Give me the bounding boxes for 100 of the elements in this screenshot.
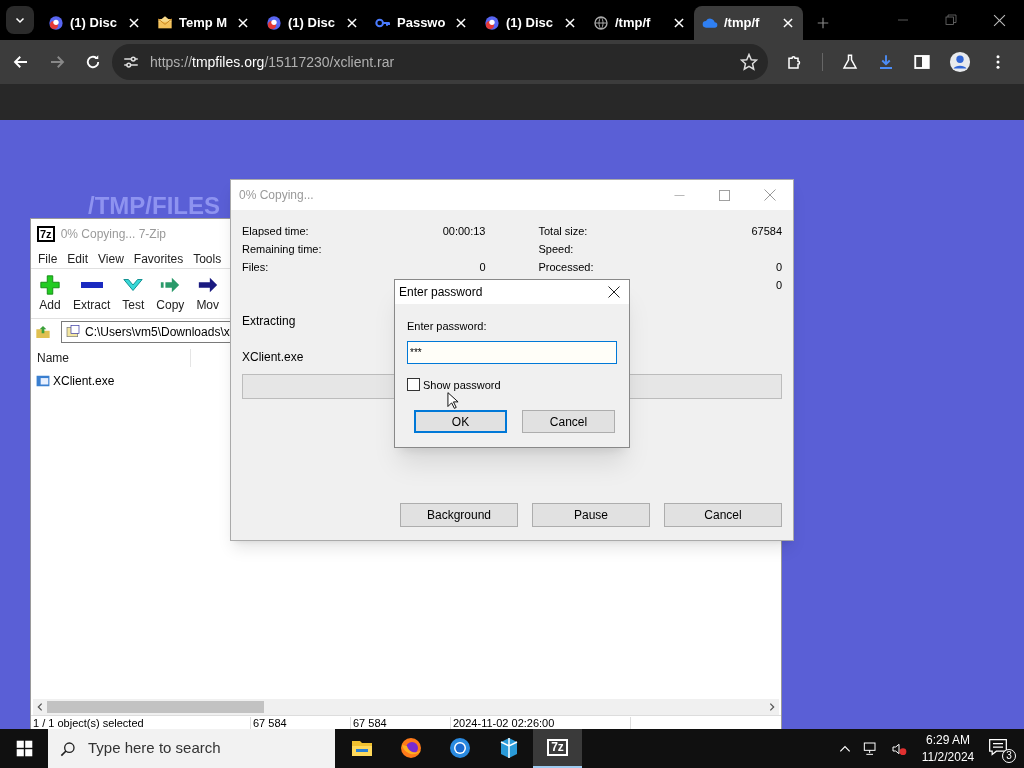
scrollbar-thumb[interactable] bbox=[47, 701, 264, 713]
menu-item[interactable]: Tools bbox=[188, 249, 227, 268]
stat-label: Processed: bbox=[538, 259, 594, 275]
stat-value: 67584 bbox=[751, 223, 782, 239]
clock[interactable]: 6:29 AM 11/2/2024 bbox=[918, 731, 978, 766]
scroll-left-icon[interactable] bbox=[35, 702, 45, 712]
dialog-button[interactable]: Cancel bbox=[522, 410, 615, 433]
folder-up-icon[interactable] bbox=[35, 324, 51, 340]
stat-value: 0 bbox=[775, 277, 782, 293]
star-icon[interactable] bbox=[740, 53, 758, 71]
chat-bubble-icon bbox=[48, 15, 64, 31]
restore-icon[interactable] bbox=[945, 14, 957, 26]
forward-icon[interactable] bbox=[48, 53, 66, 71]
close-icon[interactable] bbox=[781, 16, 795, 30]
stat-value: 0 bbox=[775, 259, 782, 275]
envelope-icon bbox=[157, 15, 173, 31]
flask-icon[interactable] bbox=[841, 53, 859, 71]
url-text: https://tmpfiles.org/15117230/xclient.rar bbox=[150, 52, 396, 72]
close-icon[interactable] bbox=[993, 13, 1006, 27]
close-icon[interactable] bbox=[608, 286, 620, 298]
globe-icon bbox=[593, 15, 609, 31]
file-row[interactable]: XClient.exe bbox=[35, 372, 125, 390]
profile-avatar-icon[interactable] bbox=[949, 51, 971, 73]
status-text: 67 584 bbox=[351, 716, 451, 729]
tab-title: (1) Disc bbox=[288, 14, 336, 33]
toolbar-button[interactable]: Extract bbox=[69, 273, 115, 314]
tab-title: (1) Disc bbox=[70, 14, 118, 33]
menu-item[interactable]: Edit bbox=[62, 249, 94, 268]
stat-label: Files: bbox=[242, 259, 269, 275]
reload-icon[interactable] bbox=[84, 53, 102, 71]
close-icon[interactable] bbox=[127, 16, 141, 30]
stat-label: Remaining time: bbox=[242, 241, 322, 257]
toolbar-button[interactable]: Test bbox=[118, 273, 149, 314]
operation-text: Extracting bbox=[242, 313, 297, 330]
download-icon[interactable] bbox=[877, 53, 895, 71]
file-name: XClient.exe bbox=[242, 349, 305, 366]
side-panel-icon[interactable] bbox=[913, 53, 931, 71]
close-icon[interactable] bbox=[563, 16, 577, 30]
mouse-cursor-icon bbox=[447, 391, 459, 410]
plus-icon bbox=[39, 273, 61, 296]
close-icon[interactable] bbox=[236, 16, 250, 30]
fox-globe-icon bbox=[398, 735, 423, 760]
close-icon[interactable] bbox=[672, 16, 686, 30]
tab-title: Passwo bbox=[397, 14, 447, 33]
archive-file-icon bbox=[65, 324, 81, 340]
browser-tab[interactable]: /tmp/f bbox=[694, 6, 803, 40]
horizontal-scrollbar[interactable] bbox=[33, 699, 779, 715]
search-icon bbox=[60, 740, 76, 757]
dialog-button[interactable]: OK bbox=[414, 410, 507, 433]
executable-file-icon bbox=[35, 374, 51, 388]
stat-label: Elapsed time: bbox=[242, 223, 309, 239]
close-icon[interactable] bbox=[345, 16, 359, 30]
tab-title: /tmp/f bbox=[615, 14, 652, 33]
checkbox[interactable] bbox=[407, 378, 420, 392]
minus-icon bbox=[80, 281, 103, 288]
maximize-icon[interactable] bbox=[719, 189, 730, 201]
close-icon[interactable] bbox=[454, 16, 468, 30]
tab-title: Temp M bbox=[179, 14, 229, 33]
stat-value: 00:00:13 bbox=[442, 223, 486, 239]
new-tab-icon[interactable] bbox=[816, 16, 830, 30]
taskbar-app-button[interactable]: 7z bbox=[533, 729, 582, 768]
chat-bubble-icon bbox=[266, 15, 282, 31]
status-text: 2024-11-02 02:26:00 bbox=[451, 716, 631, 729]
browser-tab[interactable]: (1) Disc bbox=[258, 6, 367, 40]
address-bar[interactable]: https://tmpfiles.org/15117230/xclient.rar bbox=[112, 44, 768, 80]
browser-tab[interactable]: Temp M bbox=[149, 6, 258, 40]
tab-title: /tmp/f bbox=[724, 14, 761, 33]
browser-ring-icon bbox=[447, 735, 472, 760]
tab-title: (1) Disc bbox=[506, 14, 554, 33]
scroll-right-icon[interactable] bbox=[767, 702, 777, 712]
checkbox-label[interactable]: Show password bbox=[423, 376, 501, 393]
dialog-button[interactable]: Cancel bbox=[664, 503, 782, 527]
password-field[interactable]: *** bbox=[407, 340, 617, 364]
windows-start-icon[interactable] bbox=[15, 740, 33, 757]
stat-value: 0 bbox=[479, 259, 486, 275]
window-title: 0% Copying... 7-Zip bbox=[60, 226, 166, 243]
chat-bubble-icon bbox=[484, 15, 500, 31]
column-header[interactable]: Name bbox=[31, 349, 191, 367]
back-icon[interactable] bbox=[12, 53, 30, 71]
dialog-title: Enter password bbox=[399, 284, 484, 301]
toolbar-button[interactable]: Add bbox=[35, 273, 65, 314]
toolbar-button[interactable]: Copy bbox=[152, 273, 189, 314]
browser-tab[interactable]: (1) Disc bbox=[40, 6, 149, 40]
tab-list-icon[interactable] bbox=[6, 6, 34, 34]
app-logo: 7z bbox=[37, 226, 55, 242]
status-text: 67 584 bbox=[251, 716, 351, 729]
dialog-button[interactable]: Background bbox=[400, 503, 518, 527]
taskbar-search-field[interactable]: Type here to search bbox=[48, 729, 335, 768]
menu-item[interactable]: Favorites bbox=[128, 249, 189, 268]
browser-tab[interactable]: (1) Disc bbox=[476, 6, 585, 40]
dialog-title: 0% Copying... bbox=[239, 187, 315, 204]
toolbar-button[interactable]: Mov bbox=[192, 273, 224, 314]
menu-item[interactable]: File bbox=[33, 249, 63, 268]
stat-label: Total size: bbox=[538, 223, 588, 239]
browser-tab[interactable]: Passwo bbox=[367, 6, 476, 40]
dialog-button[interactable]: Pause bbox=[532, 503, 650, 527]
status-text: 1 / 1 object(s) selected bbox=[31, 716, 251, 729]
menu-item[interactable]: View bbox=[93, 249, 129, 268]
browser-tab[interactable]: /tmp/f bbox=[585, 6, 694, 40]
site-settings-icon[interactable] bbox=[122, 53, 140, 71]
